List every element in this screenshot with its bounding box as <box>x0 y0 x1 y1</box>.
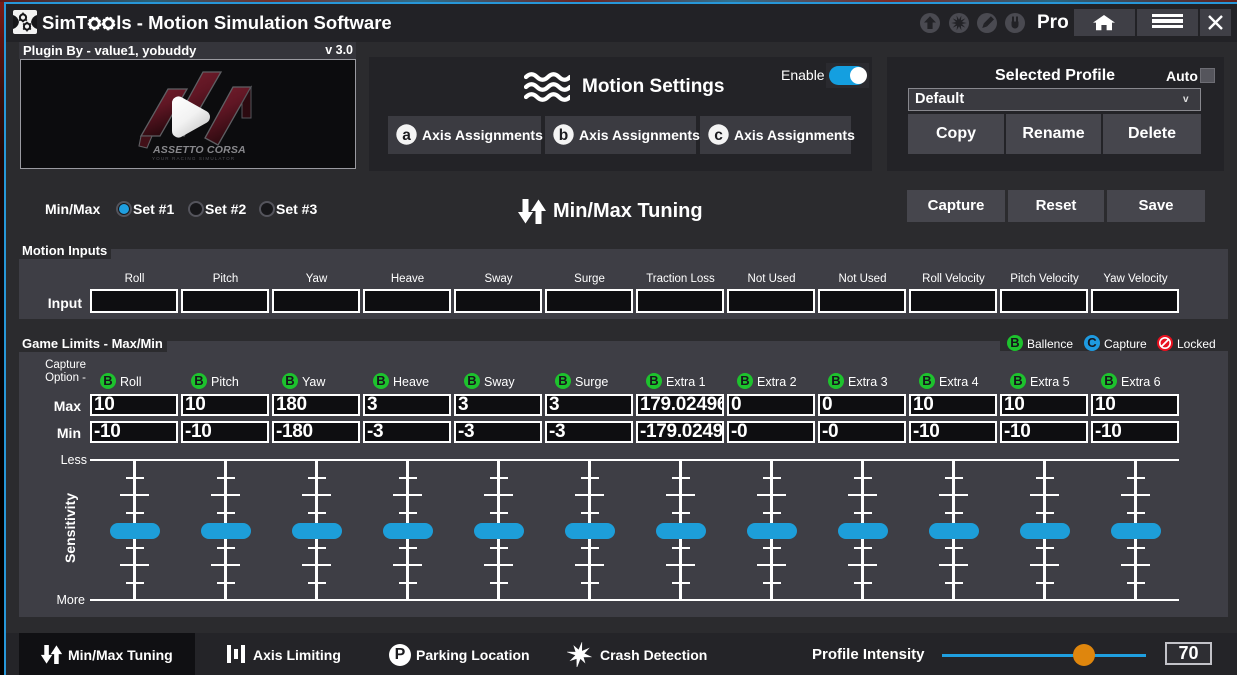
svg-text:b: b <box>559 127 568 144</box>
svg-text:ASSETTO CORSA: ASSETTO CORSA <box>152 144 246 156</box>
svg-text:a: a <box>402 127 411 144</box>
svg-text:c: c <box>714 127 723 144</box>
svg-text:YOUR RACING SIMULATOR: YOUR RACING SIMULATOR <box>152 156 235 161</box>
